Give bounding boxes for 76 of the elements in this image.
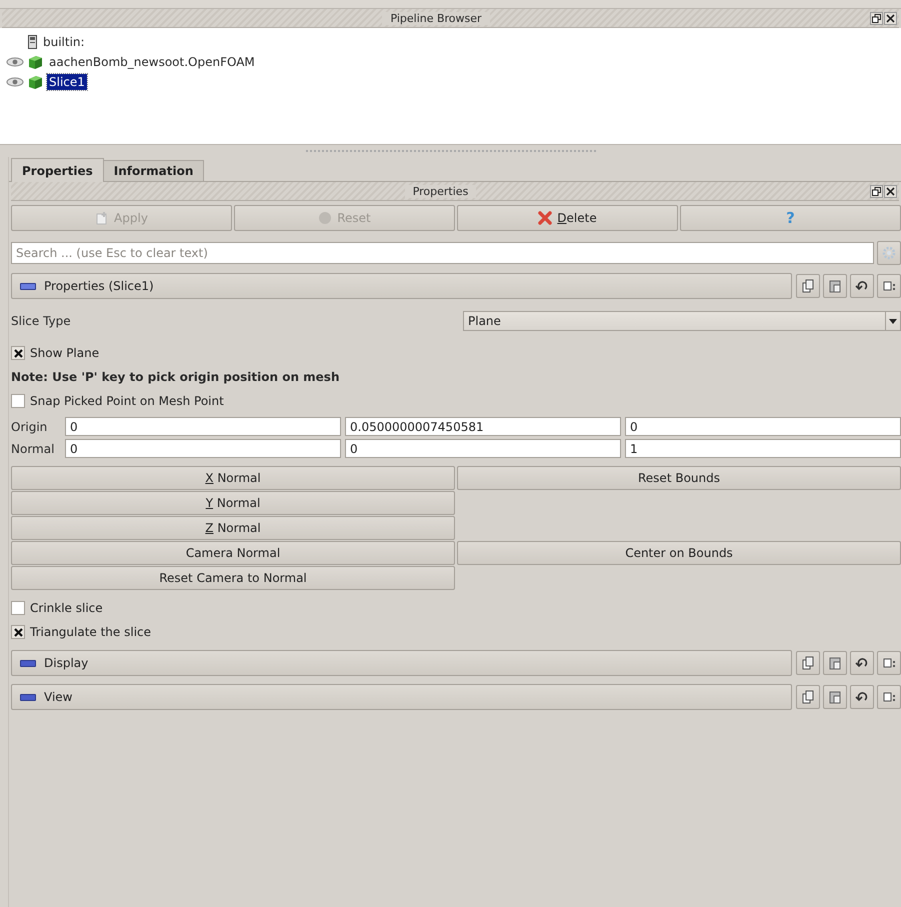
checkbox[interactable] bbox=[11, 625, 25, 639]
slice-type-dropdown[interactable]: Plane bbox=[463, 311, 901, 331]
number-field[interactable]: 0 bbox=[345, 439, 621, 458]
panel-title: Properties bbox=[404, 184, 476, 198]
section-header[interactable]: Display bbox=[11, 650, 792, 676]
plane-button[interactable]: Y Normal bbox=[11, 491, 455, 515]
float-button[interactable] bbox=[870, 12, 883, 24]
section-header[interactable]: Properties (Slice1) bbox=[11, 273, 792, 299]
copy-icon bbox=[801, 656, 815, 670]
undo-button[interactable] bbox=[850, 274, 874, 298]
search-field[interactable]: Search ... (use Esc to clear text) bbox=[11, 242, 874, 264]
paste-button[interactable] bbox=[823, 274, 847, 298]
undo-button[interactable] bbox=[850, 685, 874, 709]
options-button[interactable] bbox=[877, 274, 901, 298]
clipboard-icon bbox=[828, 690, 842, 704]
number-field[interactable]: 0.0500000007450581 bbox=[345, 417, 621, 436]
plane-button[interactable]: Camera Normal bbox=[11, 541, 455, 565]
crinkle-slice-checkbox[interactable]: Crinkle slice bbox=[11, 601, 103, 615]
copy-icon bbox=[801, 279, 815, 293]
window-icon bbox=[882, 656, 896, 670]
plane-button[interactable]: Reset Bounds bbox=[457, 466, 901, 490]
plane-button[interactable]: Z Normal bbox=[11, 516, 455, 540]
number-field[interactable]: 0 bbox=[625, 417, 901, 436]
plane-button[interactable]: X Normal bbox=[11, 466, 455, 490]
close-button[interactable] bbox=[884, 184, 897, 198]
tab[interactable]: Information bbox=[102, 160, 204, 181]
settings-icon bbox=[882, 246, 896, 260]
pipeline-item[interactable]: aachenBomb_newsoot.OpenFOAM bbox=[47, 54, 257, 70]
show-plane-checkbox[interactable]: Show Plane bbox=[11, 346, 100, 360]
dropdown-arrow-icon bbox=[889, 318, 897, 324]
window-icon bbox=[882, 279, 896, 293]
circle-icon bbox=[318, 211, 332, 225]
number-field[interactable]: 1 bbox=[625, 439, 901, 458]
number-field[interactable]: 0 bbox=[65, 439, 341, 458]
eye-icon[interactable] bbox=[6, 57, 24, 67]
undo-icon bbox=[855, 656, 869, 670]
close-button[interactable] bbox=[884, 12, 897, 24]
field-label: Origin bbox=[11, 420, 48, 434]
clipboard-icon bbox=[828, 279, 842, 293]
eye-icon[interactable] bbox=[6, 77, 24, 87]
field-label: Normal bbox=[11, 442, 56, 456]
clipboard-icon bbox=[828, 656, 842, 670]
section-header[interactable]: View bbox=[11, 684, 792, 710]
delete-icon bbox=[538, 211, 552, 225]
checkbox[interactable] bbox=[11, 601, 25, 615]
plane-button[interactable]: Reset Camera to Normal bbox=[11, 566, 455, 590]
tab[interactable]: Properties bbox=[11, 158, 104, 182]
paste-button[interactable] bbox=[823, 685, 847, 709]
plane-button[interactable]: Center on Bounds bbox=[457, 541, 901, 565]
note-text: Note: Use 'P' key to pick origin position on mesh bbox=[11, 370, 340, 384]
document-icon bbox=[95, 211, 110, 225]
action-button[interactable]: Delete bbox=[457, 205, 678, 231]
triangulate-checkbox[interactable]: Triangulate the slice bbox=[11, 625, 152, 639]
copy-button[interactable] bbox=[796, 651, 820, 675]
window-icon bbox=[882, 690, 896, 704]
copy-button[interactable] bbox=[796, 685, 820, 709]
number-field[interactable]: 0 bbox=[65, 417, 341, 436]
undo-icon bbox=[855, 279, 869, 293]
copy-button[interactable] bbox=[796, 274, 820, 298]
options-button[interactable] bbox=[877, 651, 901, 675]
pipeline-item[interactable]: Slice1 bbox=[47, 74, 87, 90]
options-button[interactable] bbox=[877, 685, 901, 709]
checkbox[interactable] bbox=[11, 394, 25, 408]
cube-icon bbox=[28, 54, 43, 70]
field-label: Slice Type bbox=[11, 314, 71, 328]
cube-icon bbox=[28, 74, 43, 90]
panel-title: Pipeline Browser bbox=[382, 12, 490, 24]
undo-button[interactable] bbox=[850, 651, 874, 675]
pipeline-item[interactable]: builtin: bbox=[41, 34, 87, 50]
snap-point-checkbox[interactable]: Snap Picked Point on Mesh Point bbox=[11, 394, 224, 408]
paste-button[interactable] bbox=[823, 651, 847, 675]
float-button[interactable] bbox=[870, 184, 883, 198]
copy-icon bbox=[801, 690, 815, 704]
server-icon bbox=[28, 35, 37, 49]
checkbox[interactable] bbox=[11, 346, 25, 360]
undo-icon bbox=[855, 690, 869, 704]
